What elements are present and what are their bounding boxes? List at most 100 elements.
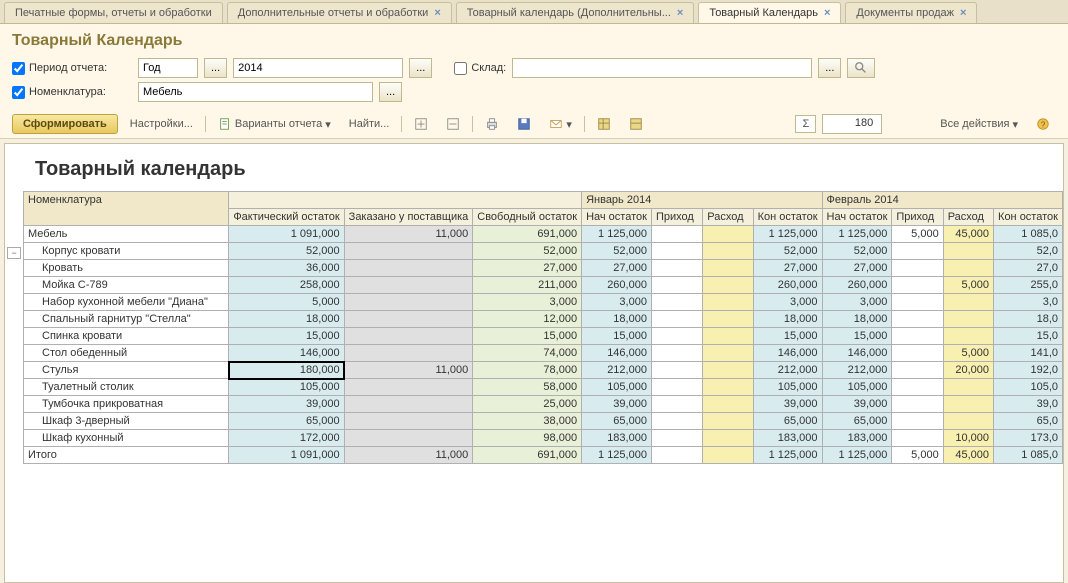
table-row[interactable]: Корпус кровати52,00052,00052,00052,00052… — [24, 243, 1063, 260]
cell-value — [651, 243, 702, 260]
cell-value: 105,000 — [229, 379, 344, 396]
table-row[interactable]: Мойка С-789258,000211,000260,000260,0002… — [24, 277, 1063, 294]
table-icon-2[interactable] — [623, 114, 649, 134]
sigma-button[interactable]: Σ — [795, 115, 816, 133]
cell-value: 1 125,000 — [822, 226, 892, 243]
table-row[interactable]: Шкаф 3-дверный65,00038,00065,00065,00065… — [24, 413, 1063, 430]
period-value-input[interactable] — [233, 58, 403, 78]
period-type-dots[interactable]: ... — [204, 58, 227, 78]
print-icon[interactable] — [479, 114, 505, 134]
col-header: Нач остаток — [582, 209, 652, 226]
table-row[interactable]: Кровать36,00027,00027,00027,00027,00027,… — [24, 260, 1063, 277]
cell-value — [703, 396, 753, 413]
tab-bar: Печатные формы, отчеты и обработкиДополн… — [0, 0, 1068, 24]
tab[interactable]: Печатные формы, отчеты и обработки — [4, 2, 223, 23]
tab[interactable]: Товарный календарь (Дополнительны...× — [456, 2, 695, 23]
tab[interactable]: Дополнительные отчеты и обработки× — [227, 2, 452, 23]
table-row[interactable]: Тумбочка прикроватная39,00025,00039,0003… — [24, 396, 1063, 413]
svg-text:?: ? — [1041, 121, 1046, 130]
settings-button[interactable]: Настройки... — [124, 115, 199, 133]
table-row[interactable]: Шкаф кухонный172,00098,000183,000183,000… — [24, 430, 1063, 447]
sklad-input[interactable] — [512, 58, 812, 78]
period-type-select[interactable] — [138, 58, 198, 78]
all-actions-button[interactable]: Все действия ▾ — [934, 115, 1024, 134]
tab[interactable]: Документы продаж× — [845, 2, 977, 23]
col-header: Свободный остаток — [473, 209, 582, 226]
cell-value: 27,000 — [753, 260, 822, 277]
cell-value — [892, 294, 943, 311]
cell-value: 105,000 — [822, 379, 892, 396]
table-icon-1[interactable] — [591, 114, 617, 134]
cell-value — [703, 277, 753, 294]
close-icon[interactable]: × — [677, 7, 683, 19]
table-row[interactable]: Набор кухонной мебели "Диана"5,0003,0003… — [24, 294, 1063, 311]
period-checkbox[interactable] — [12, 62, 25, 75]
tree-collapse-icon[interactable]: − — [7, 247, 21, 259]
cell-value: 183,000 — [822, 430, 892, 447]
cell-value: 45,000 — [943, 447, 993, 464]
cell-value: 45,000 — [943, 226, 993, 243]
report-area[interactable]: Товарный календарь − НоменклатураЯнварь … — [4, 143, 1064, 583]
cell-value: 1 125,000 — [582, 226, 652, 243]
month-header: Февраль 2014 — [822, 192, 1062, 209]
nomen-label-text: Номенклатура: — [29, 86, 106, 98]
table-row[interactable]: Спинка кровати15,00015,00015,00015,00015… — [24, 328, 1063, 345]
cell-value: 211,000 — [473, 277, 582, 294]
cell-value: 15,000 — [582, 328, 652, 345]
collapse-icon[interactable] — [440, 114, 466, 134]
sklad-search[interactable] — [847, 58, 875, 78]
cell-value: 20,000 — [943, 362, 993, 379]
cell-value — [892, 243, 943, 260]
filter-sklad-label[interactable]: Склад: — [454, 62, 506, 75]
cell-name: Шкаф 3-дверный — [24, 413, 229, 430]
form-button[interactable]: Сформировать — [12, 114, 118, 134]
cell-value: 183,000 — [582, 430, 652, 447]
cell-value — [344, 396, 473, 413]
cell-value: 27,000 — [822, 260, 892, 277]
close-icon[interactable]: × — [824, 7, 830, 19]
cell-value: 18,000 — [582, 311, 652, 328]
separator — [472, 116, 473, 132]
help-icon[interactable]: ? — [1030, 114, 1056, 134]
table-row[interactable]: Туалетный столик105,00058,000105,000105,… — [24, 379, 1063, 396]
tab[interactable]: Товарный Календарь× — [698, 2, 841, 23]
nomen-dots[interactable]: ... — [379, 82, 402, 102]
cell-value: 15,000 — [753, 328, 822, 345]
nomen-input[interactable] — [138, 82, 373, 102]
sklad-checkbox[interactable] — [454, 62, 467, 75]
toolbar: Сформировать Настройки... Варианты отчет… — [0, 110, 1068, 139]
cell-value: 172,000 — [229, 430, 344, 447]
close-icon[interactable]: × — [960, 7, 966, 19]
table-row[interactable]: Спальный гарнитур "Стелла"18,00012,00018… — [24, 311, 1063, 328]
cell-value: 27,000 — [473, 260, 582, 277]
cell-name: Набор кухонной мебели "Диана" — [24, 294, 229, 311]
cell-value — [943, 328, 993, 345]
cell-value — [344, 430, 473, 447]
table-row[interactable]: Стулья180,00011,00078,000212,000212,0002… — [24, 362, 1063, 379]
period-value-dots[interactable]: ... — [409, 58, 432, 78]
table-row[interactable]: Мебель1 091,00011,000691,0001 125,0001 1… — [24, 226, 1063, 243]
mail-icon[interactable]: ▾ — [543, 114, 578, 134]
cell-value: 183,000 — [753, 430, 822, 447]
cell-name: Шкаф кухонный — [24, 430, 229, 447]
nomen-checkbox[interactable] — [12, 86, 25, 99]
cell-value: 18,0 — [994, 311, 1063, 328]
cell-value — [943, 243, 993, 260]
expand-icon[interactable] — [408, 114, 434, 134]
filter-panel: Период отчета: ... ... Склад: ... Номенк… — [0, 54, 1068, 110]
cell-value — [703, 226, 753, 243]
cell-value: 18,000 — [229, 311, 344, 328]
cell-value: 11,000 — [344, 362, 473, 379]
close-icon[interactable]: × — [434, 7, 440, 19]
save-icon[interactable] — [511, 114, 537, 134]
sklad-dots[interactable]: ... — [818, 58, 841, 78]
find-button[interactable]: Найти... — [343, 115, 396, 133]
table-row[interactable]: Стол обеденный146,00074,000146,000146,00… — [24, 345, 1063, 362]
col-header: Кон остаток — [994, 209, 1063, 226]
cell-value: 255,0 — [994, 277, 1063, 294]
variants-button[interactable]: Варианты отчета ▾ — [212, 114, 337, 134]
cell-value: 11,000 — [344, 226, 473, 243]
filter-period-label[interactable]: Период отчета: — [12, 62, 132, 75]
filter-nomen-label[interactable]: Номенклатура: — [12, 86, 132, 99]
table-row[interactable]: Итого1 091,00011,000691,0001 125,0001 12… — [24, 447, 1063, 464]
